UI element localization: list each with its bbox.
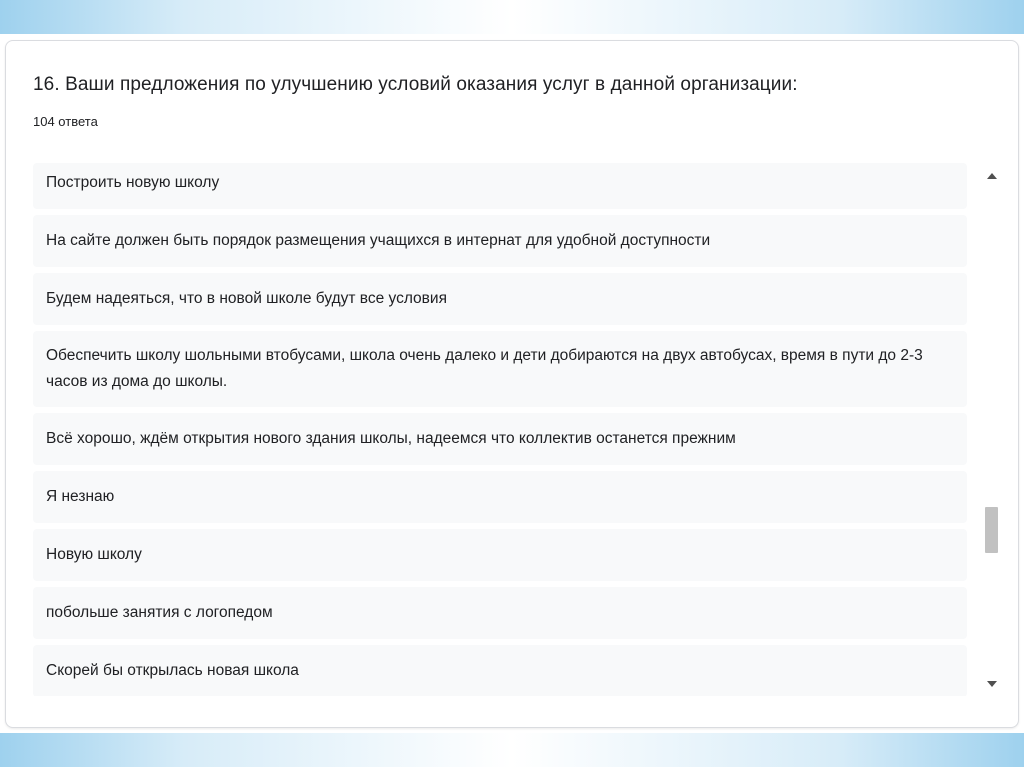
- answers-scrollbar[interactable]: [982, 165, 1002, 695]
- answer-item: Скорей бы открылась новая школа: [33, 645, 967, 696]
- answer-item: Новую школу: [33, 529, 967, 581]
- answer-text: побольше занятия с логопедом: [46, 604, 273, 621]
- scroll-thumb[interactable]: [985, 507, 998, 553]
- response-card: 16. Ваши предложения по улучшению услови…: [5, 40, 1019, 728]
- answer-item: На сайте должен быть порядок размещения …: [33, 215, 967, 267]
- answer-text: Будем надеяться, что в новой школе будут…: [46, 290, 447, 307]
- answer-item: Будем надеяться, что в новой школе будут…: [33, 273, 967, 325]
- answer-item: побольше занятия с логопедом: [33, 587, 967, 639]
- answers-list[interactable]: Построить новую школу На сайте должен бы…: [33, 163, 967, 696]
- response-count: 104 ответа: [33, 114, 98, 129]
- answer-text: Скорей бы открылась новая школа: [46, 662, 299, 679]
- answer-item: Всё хорошо, ждём открытия нового здания …: [33, 413, 967, 465]
- answer-item: Построить новую школу: [33, 163, 967, 209]
- answer-item: Обеспечить школу шольными втобусами, шко…: [33, 331, 967, 407]
- answer-text: Обеспечить школу шольными втобусами, шко…: [46, 347, 923, 390]
- slide-frame-top: [0, 0, 1024, 34]
- slide-frame-bottom: [0, 733, 1024, 767]
- answer-text: Новую школу: [46, 546, 142, 563]
- triangle-down-icon[interactable]: [985, 677, 999, 691]
- answer-text: Я незнаю: [46, 488, 115, 505]
- answer-item: Я незнаю: [33, 471, 967, 523]
- answer-text: Построить новую школу: [46, 174, 220, 191]
- question-title: 16. Ваши предложения по улучшению услови…: [33, 74, 798, 95]
- answer-text: Всё хорошо, ждём открытия нового здания …: [46, 430, 736, 447]
- answer-text: На сайте должен быть порядок размещения …: [46, 232, 711, 249]
- scroll-track[interactable]: [984, 179, 1000, 681]
